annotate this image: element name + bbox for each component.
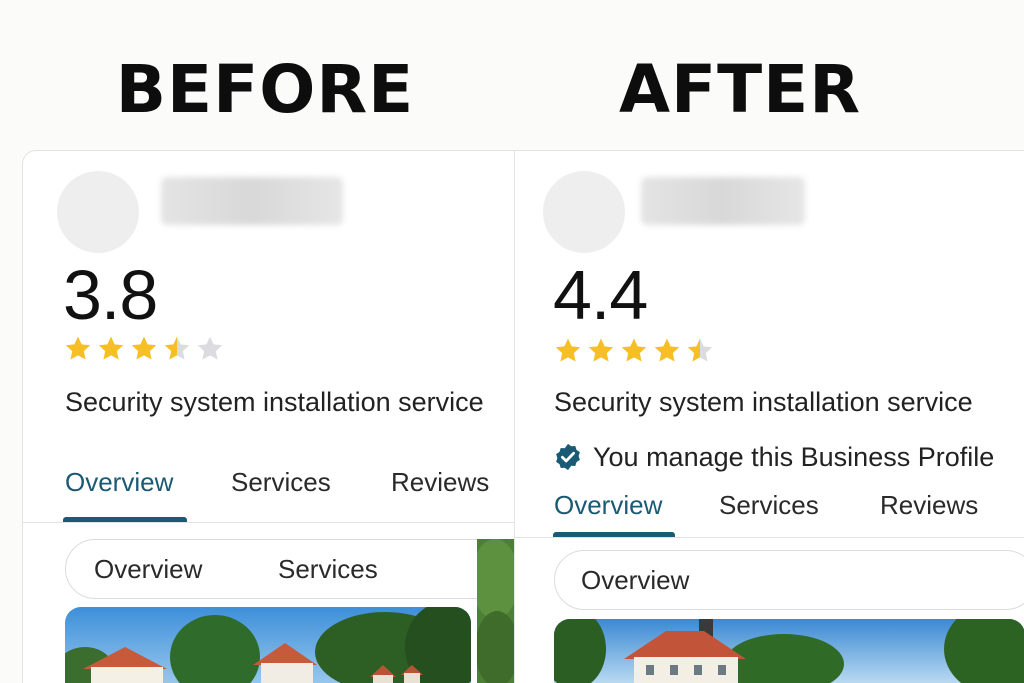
- verified-profile-notice: You manage this Business Profile: [553, 440, 994, 474]
- tab-overview[interactable]: Overview: [65, 466, 173, 498]
- star-icon: [654, 338, 680, 362]
- tab-services[interactable]: Services: [231, 466, 331, 498]
- chip-overview[interactable]: Overview: [94, 553, 202, 585]
- blurred-business-name: [641, 177, 805, 225]
- before-business-profile-panel: 3.8 Security system installation service…: [22, 150, 516, 683]
- chip-overview[interactable]: Overview: [581, 564, 689, 596]
- blurred-business-name: [161, 177, 343, 225]
- side-photo-thumbnail[interactable]: [477, 539, 515, 683]
- rating-value: 4.4: [553, 256, 648, 334]
- star-icon: [687, 338, 713, 362]
- star-icon: [197, 336, 223, 360]
- star-icon: [555, 338, 581, 362]
- star-icon: [98, 336, 124, 360]
- tab-overview[interactable]: Overview: [554, 489, 662, 521]
- avatar: [57, 171, 139, 253]
- verified-profile-text: You manage this Business Profile: [593, 442, 995, 472]
- rating-value: 3.8: [63, 256, 158, 334]
- business-photo[interactable]: [65, 607, 471, 683]
- verified-badge-icon: [556, 443, 580, 471]
- tab-reviews[interactable]: Reviews: [880, 489, 978, 521]
- after-heading: AFTER: [618, 51, 862, 128]
- chip-bar: Overview: [554, 550, 1024, 610]
- chip-services[interactable]: Services: [278, 553, 378, 585]
- business-category: Security system installation service: [554, 387, 973, 417]
- star-icon: [588, 338, 614, 362]
- tab-divider: [23, 522, 515, 523]
- star-icon: [65, 336, 91, 360]
- star-icon: [131, 336, 157, 360]
- business-photo[interactable]: [554, 619, 1024, 683]
- business-category: Security system installation service: [65, 387, 484, 417]
- rating-stars: [63, 334, 225, 368]
- before-heading: BEFORE: [115, 51, 415, 128]
- tab-reviews[interactable]: Reviews: [391, 466, 489, 498]
- star-icon: [164, 336, 190, 360]
- star-icon: [621, 338, 647, 362]
- rating-stars: [553, 336, 715, 370]
- tab-services[interactable]: Services: [719, 489, 819, 521]
- after-business-profile-panel: 4.4 Security system installation service…: [514, 150, 1024, 683]
- tab-divider: [515, 537, 1024, 538]
- avatar: [543, 171, 625, 253]
- chip-bar: Overview Services: [65, 539, 515, 599]
